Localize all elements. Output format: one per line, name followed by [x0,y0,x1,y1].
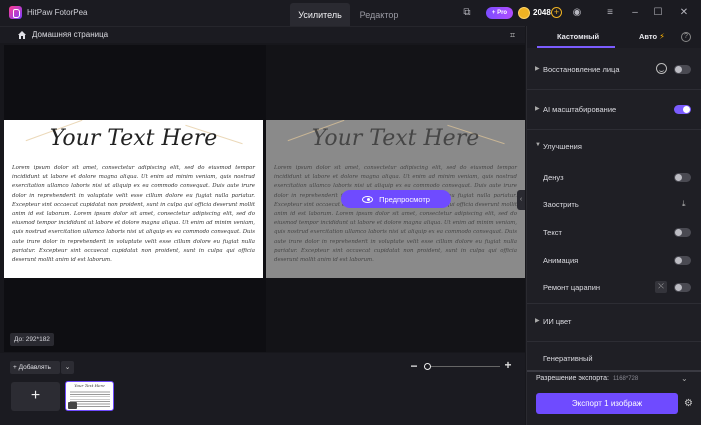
mode-tabs: Усилитель Редактор [290,3,408,26]
add-button[interactable]: + Добавлять [10,361,60,374]
divider [527,341,701,342]
tab-auto[interactable]: Авто ⚡ [639,26,665,48]
ai-upscale-label: AI масштабирование [543,105,617,114]
export-resolution-label: Разрешение экспорта: [536,375,609,382]
tab-editor[interactable]: Редактор [350,3,408,26]
improvements-label: Улучшения [543,142,582,151]
download-icon[interactable]: ⤓ [682,199,686,209]
settings-panel: Кастомный Авто ⚡ ? ▶ Восстановление лица… [526,26,701,425]
minimize-icon[interactable]: – [628,6,642,20]
face-restore-label: Восстановление лица [543,65,620,74]
ai-color-label: ИИ цвет [543,317,572,326]
image-icon [68,402,77,409]
divider [527,370,701,372]
scratch-toggle[interactable] [674,283,691,292]
credits-count: 2048 [533,8,551,17]
thumbnail-title: Your Text Here [74,383,105,388]
divider [527,129,701,130]
denoise-label: Денуз [543,173,564,182]
preview-label: Предпросмотр [379,194,430,204]
generative-label: Генеративный [543,354,593,363]
title-bar: HitPaw FotorPea Усилитель Редактор ⧉ + P… [0,0,701,26]
double-chevron-icon[interactable]: ⌄ [681,374,688,383]
chevron-down-icon: ▼ [535,142,541,148]
zoom-in-icon[interactable]: + [503,359,513,371]
app-title: HitPaw FotorPea [27,8,88,17]
maximize-icon[interactable]: ☐ [651,6,665,20]
text-toggle[interactable] [674,228,691,237]
tab-indicator [537,46,615,48]
coin-icon [518,7,530,19]
export-button[interactable]: Экспорт 1 изображ [536,393,678,414]
chevron-right-icon: ▶ [535,66,540,72]
text-label: Текст [543,228,562,237]
tab-custom[interactable]: Кастомный [557,26,599,48]
divider [527,89,701,90]
chevron-down-icon[interactable]: ⌄ [61,361,74,374]
export-resolution: Разрешение экспорта: 1168*728 [536,375,638,382]
preview-button[interactable]: Предпросмотр [341,190,451,208]
bottom-bar: + Добавлять ⌄ − + + Your Text Here [0,353,525,425]
help-icon[interactable]: ? [681,32,691,42]
animation-label: Анимация [543,256,579,265]
home-icon[interactable] [17,30,27,40]
history-icon[interactable]: ⧉ [460,6,474,20]
tab-auto-label: Авто [639,32,658,41]
zoom-out-icon[interactable]: − [409,360,419,372]
crop-icon[interactable]: ⌗ [510,30,520,40]
original-image: Your Text Here Lorem ipsum dolor sit ame… [4,120,263,278]
close-icon[interactable]: ✕ [677,6,691,20]
animation-toggle[interactable] [674,256,691,265]
zoom-slider[interactable] [424,366,500,367]
tab-enhancer[interactable]: Усилитель [290,3,350,26]
image-thumbnail[interactable]: Your Text Here [65,381,114,411]
document-body: Lorem ipsum dolor sit amet, consectetur … [12,165,255,264]
divider [527,303,701,304]
app-logo [9,6,22,19]
gear-icon[interactable]: ⚙ [684,398,693,409]
face-restore-toggle[interactable] [674,65,691,74]
export-resolution-value: 1168*728 [612,376,639,382]
collapse-panel-handle[interactable]: ‹ [517,190,525,210]
zoom-knob[interactable] [424,363,431,370]
bolt-icon: ⚡ [659,32,665,41]
breadcrumb: Домашняя страница ⌗ [0,26,525,43]
panel-tabs: Кастомный Авто ⚡ ? [527,26,701,48]
face-icon [656,63,667,74]
denoise-toggle[interactable] [674,173,691,182]
document-title: Your Text Here [49,126,218,151]
pro-badge[interactable]: + Pro [486,7,513,19]
ai-upscale-toggle[interactable] [674,105,691,114]
canvas-area: Your Text Here Lorem ipsum dolor sit ame… [4,45,525,352]
scratch-icon: ⤬ [655,281,667,293]
add-credits-icon[interactable]: + [551,7,562,18]
chevron-right-icon: ▶ [535,106,540,112]
eye-icon [362,195,374,203]
scratch-label: Ремонт царапин [543,283,601,292]
size-chip: До: 292*182 [10,333,54,346]
menu-icon[interactable]: ≡ [603,6,617,20]
chevron-right-icon: ▶ [535,318,540,324]
document-body-preview: Lorem ipsum dolor sit amet, consectetur … [274,165,517,264]
sharpen-label: Заострить [543,200,579,209]
home-link[interactable]: Домашняя страница [32,30,108,39]
add-image-tile[interactable]: + [11,382,60,411]
user-icon[interactable]: ◉ [570,6,584,20]
document-title-preview: Your Text Here [311,126,480,151]
